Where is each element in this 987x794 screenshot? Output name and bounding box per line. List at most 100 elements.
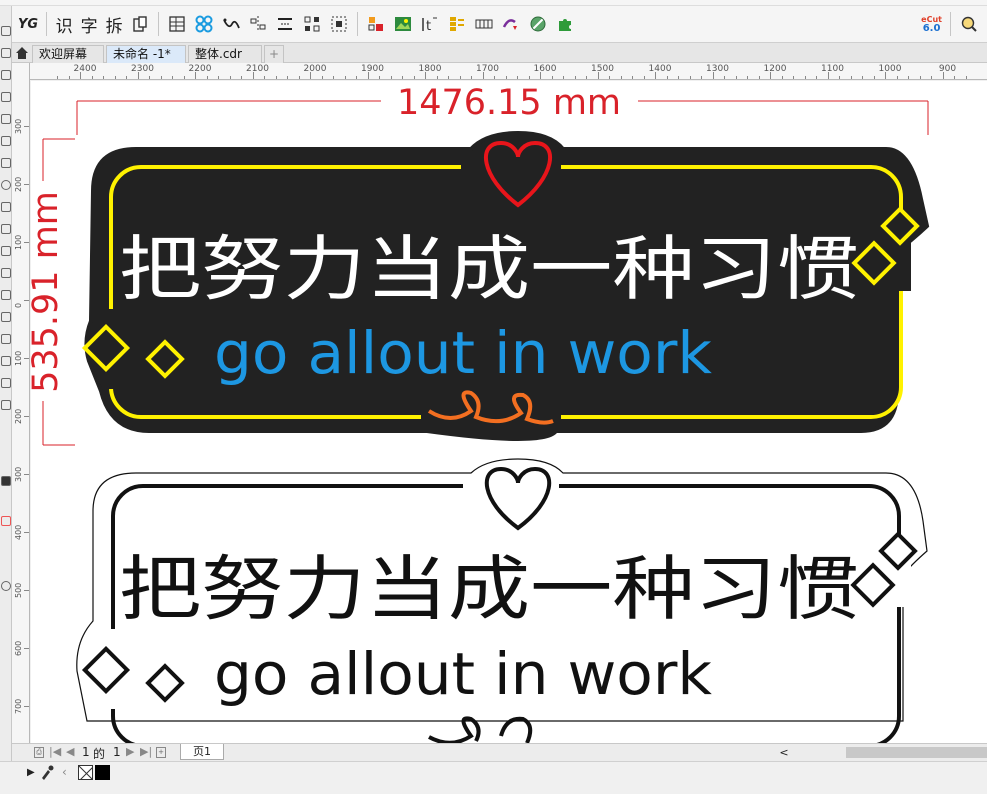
polygon-tool-icon[interactable]: [1, 202, 11, 212]
h-ruler-tick-label: 900: [938, 64, 957, 74]
ellipse-tool-icon[interactable]: [1, 180, 11, 190]
puzzle-icon[interactable]: [553, 11, 577, 37]
home-icon[interactable]: [15, 46, 29, 60]
add-page-icon[interactable]: +: [156, 747, 166, 758]
text-align-icon[interactable]: t: [418, 11, 442, 37]
outline-pen-icon[interactable]: [1, 400, 11, 410]
canvas-artwork: 1476.15 mm 535.91 mm 把努力当成一种习惯 go allout…: [31, 83, 930, 743]
recognize-button[interactable]: 识: [53, 11, 75, 37]
add-tool-icon[interactable]: [1, 581, 11, 591]
sign-filled[interactable]: 把努力当成一种习惯 go allout in work: [81, 130, 930, 442]
first-page-icon[interactable]: ⎙: [34, 747, 44, 758]
h-ruler-tick: [643, 76, 645, 79]
plugin-yg-icon[interactable]: YG: [16, 11, 40, 37]
zoom-tool-icon[interactable]: [1, 92, 11, 102]
pattern-icon[interactable]: [192, 11, 216, 37]
interactive-fill-icon[interactable]: [1, 356, 11, 366]
sign-main-text: 把努力当成一种习惯: [119, 228, 859, 310]
ecut-label-bottom: 6.0: [922, 23, 941, 34]
hscroll-left-button[interactable]: <: [777, 744, 791, 761]
pick-tool-icon[interactable]: [1, 26, 11, 36]
toolbar-separator: [46, 12, 48, 36]
black-swatch[interactable]: [95, 765, 110, 780]
mesh-fill-icon[interactable]: [1, 476, 11, 486]
barcode-icon[interactable]: [445, 11, 469, 37]
page-current: 1: [82, 745, 90, 759]
h-ruler-tick: [91, 76, 93, 79]
new-tab-button[interactable]: +: [264, 45, 284, 63]
spacing-icon[interactable]: [273, 11, 297, 37]
horizontal-ruler[interactable]: 2400 2300 2200 2100 2000 1900 1800 1700 1600 1500…: [30, 63, 987, 80]
page-total: 1: [113, 745, 121, 759]
h-ruler-tick: [298, 76, 300, 79]
hscroll-thumb[interactable]: [846, 747, 987, 758]
tab-welcome[interactable]: 欢迎屏幕: [32, 45, 104, 63]
image-icon[interactable]: [391, 11, 415, 37]
font-button[interactable]: 字: [78, 11, 100, 37]
h-ruler-tick: [275, 76, 277, 79]
page-prev-button[interactable]: ◀: [66, 745, 74, 758]
h-ruler-tick: [103, 76, 104, 79]
h-ruler-tick: [57, 76, 58, 79]
tab-untitled[interactable]: 未命名 -1*: [106, 45, 186, 63]
freehand-tool-icon[interactable]: [1, 114, 11, 124]
vertical-ruler[interactable]: 300 200 100 0 100 200 300 400 500 600 700: [12, 63, 30, 743]
parallel-dimension-icon[interactable]: [1, 246, 11, 256]
page-tab[interactable]: 页1: [180, 744, 224, 760]
h-ruler-tick: [114, 76, 116, 79]
grid-icon[interactable]: [300, 11, 324, 37]
drop-shadow-icon[interactable]: [1, 290, 11, 300]
page-first-button[interactable]: |◀: [49, 745, 61, 758]
h-ruler-tick: [804, 76, 806, 79]
film-icon[interactable]: [472, 11, 496, 37]
h-ruler-tick: [793, 76, 794, 79]
h-ruler-tick-label: 2200: [188, 64, 212, 74]
h-ruler-tick: [563, 76, 564, 79]
shape-tool-icon[interactable]: [1, 48, 11, 58]
h-ruler-tick: [287, 76, 288, 79]
h-ruler-tick: [862, 76, 863, 79]
v-ruler-tick: [24, 300, 29, 301]
h-ruler-tick-label: 1400: [648, 64, 672, 74]
h-ruler-tick-label: 1700: [476, 64, 499, 74]
node-icon[interactable]: [499, 11, 523, 37]
fill-color-icon[interactable]: [1, 516, 11, 526]
play-icon[interactable]: ▶: [27, 767, 35, 778]
tab-file[interactable]: 整体.cdr: [188, 45, 262, 63]
crop-tool-icon[interactable]: [1, 70, 11, 80]
palette-left-icon[interactable]: ‹: [62, 765, 67, 779]
smart-fill-icon[interactable]: [1, 378, 11, 388]
width-dimension[interactable]: 1476.15 mm: [76, 83, 929, 135]
search-icon[interactable]: [957, 11, 981, 37]
page-last-button[interactable]: ▶|: [140, 745, 152, 758]
h-ruler-tick: [942, 72, 944, 79]
height-dimension[interactable]: 535.91 mm: [31, 138, 75, 446]
text-tool-icon[interactable]: [1, 224, 11, 234]
select-icon[interactable]: [327, 11, 351, 37]
split-button[interactable]: 拆: [103, 11, 125, 37]
h-ruler-tick: [505, 76, 507, 79]
v-ruler-tick-label: 100: [14, 234, 23, 250]
transparency-icon[interactable]: [1, 312, 11, 322]
v-ruler-tick-label: 200: [14, 408, 23, 424]
artistic-media-icon[interactable]: [1, 136, 11, 146]
align-icon[interactable]: [246, 11, 270, 37]
table-icon[interactable]: [165, 11, 189, 37]
curve-icon[interactable]: [219, 11, 243, 37]
no-color-swatch[interactable]: [78, 765, 93, 780]
connector-tool-icon[interactable]: [1, 268, 11, 278]
v-ruler-tick-label: 700: [14, 698, 23, 714]
ecut-icon[interactable]: eCut 6.0: [919, 11, 944, 37]
gradient-icon[interactable]: [526, 11, 550, 37]
h-ruler-tick-label: 1100: [821, 64, 844, 74]
eyedropper-icon[interactable]: [1, 334, 11, 344]
eyedropper-icon[interactable]: [40, 764, 54, 780]
page-next-button[interactable]: ▶: [126, 745, 134, 758]
rectangle-tool-icon[interactable]: [1, 158, 11, 168]
h-ruler-tick: [551, 76, 553, 79]
clipboard-icon[interactable]: [128, 11, 152, 37]
h-ruler-tick-label: 1900: [361, 64, 384, 74]
drawing-canvas[interactable]: 1476.15 mm 535.91 mm 把努力当成一种习惯 go allout…: [31, 81, 987, 743]
color-replace-icon[interactable]: [364, 11, 388, 37]
sign-outline[interactable]: 把努力当成一种习惯 go allout in work: [76, 458, 928, 743]
